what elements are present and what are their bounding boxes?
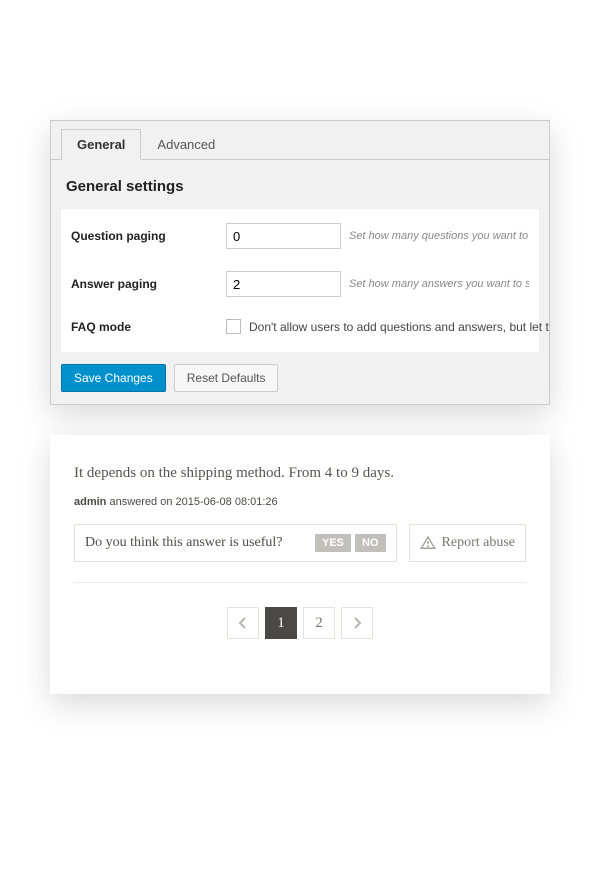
tab-advanced[interactable]: Advanced — [141, 129, 231, 160]
checkbox-faq-mode[interactable] — [226, 319, 241, 334]
chevron-right-icon — [352, 616, 362, 630]
answer-author: admin — [74, 496, 106, 508]
desc-question-paging: Set how many questions you want to show … — [349, 230, 529, 242]
settings-panel: General Advanced General settings Questi… — [50, 120, 550, 405]
reset-button[interactable]: Reset Defaults — [174, 364, 279, 392]
row-faq-mode: FAQ mode Don't allow users to add questi… — [71, 319, 529, 334]
answer-timestamp: answered on 2015-06-08 08:01:26 — [106, 496, 277, 508]
report-abuse-label: Report abuse — [442, 535, 515, 551]
useful-box: Do you think this answer is useful? YES … — [74, 524, 397, 562]
label-answer-paging: Answer paging — [71, 277, 226, 291]
useful-bar: Do you think this answer is useful? YES … — [74, 524, 526, 562]
chevron-left-icon — [238, 616, 248, 630]
desc-answer-paging: Set how many answers you want to show fo… — [349, 278, 529, 290]
label-question-paging: Question paging — [71, 229, 226, 243]
input-question-paging[interactable] — [226, 223, 341, 249]
divider — [74, 582, 526, 583]
no-button[interactable]: NO — [355, 534, 386, 552]
button-row: Save Changes Reset Defaults — [51, 364, 549, 404]
yes-button[interactable]: YES — [315, 534, 351, 552]
yes-no-group: YES NO — [315, 534, 386, 552]
row-answer-paging: Answer paging Set how many answers you w… — [71, 271, 529, 297]
page-1-button[interactable]: 1 — [265, 607, 297, 639]
answer-panel: It depends on the shipping method. From … — [50, 435, 550, 694]
checkbox-wrap-faq: Don't allow users to add questions and a… — [226, 319, 550, 334]
page-2-button[interactable]: 2 — [303, 607, 335, 639]
save-button[interactable]: Save Changes — [61, 364, 166, 392]
prev-page-button[interactable] — [227, 607, 259, 639]
report-abuse-button[interactable]: Report abuse — [409, 524, 526, 562]
row-question-paging: Question paging Set how many questions y… — [71, 223, 529, 249]
pagination: 1 2 — [74, 607, 526, 639]
section-title: General settings — [51, 160, 549, 209]
desc-faq-mode: Don't allow users to add questions and a… — [249, 320, 550, 334]
warning-icon — [420, 535, 436, 551]
useful-question: Do you think this answer is useful? — [85, 535, 283, 551]
form-body: Question paging Set how many questions y… — [61, 209, 539, 352]
answer-meta: admin answered on 2015-06-08 08:01:26 — [74, 496, 526, 508]
tab-general[interactable]: General — [61, 129, 141, 160]
input-answer-paging[interactable] — [226, 271, 341, 297]
label-faq-mode: FAQ mode — [71, 320, 226, 334]
answer-text: It depends on the shipping method. From … — [74, 465, 526, 482]
tabs: General Advanced — [51, 121, 549, 160]
next-page-button[interactable] — [341, 607, 373, 639]
